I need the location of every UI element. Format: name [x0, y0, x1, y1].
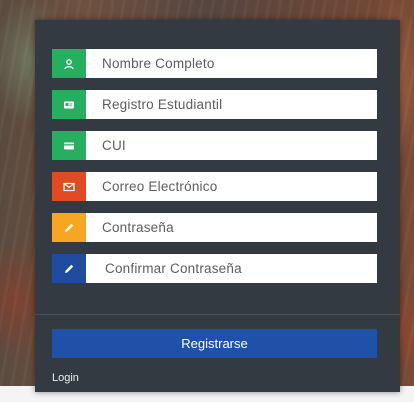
user-icon [52, 49, 86, 78]
student-id-input[interactable] [86, 90, 377, 119]
full-name-input[interactable] [86, 49, 377, 78]
card-icon [52, 131, 86, 160]
confirm-password-field [52, 254, 377, 283]
pencil-icon [52, 213, 86, 242]
id-card-icon [52, 90, 86, 119]
login-link[interactable]: Login [52, 372, 79, 384]
email-field [52, 172, 377, 201]
email-input[interactable] [86, 172, 377, 201]
password-input[interactable] [86, 213, 377, 242]
pencil-icon [52, 254, 86, 283]
password-field [52, 213, 377, 242]
cui-input[interactable] [86, 131, 377, 160]
envelope-icon [52, 172, 86, 201]
confirm-password-input[interactable] [86, 254, 377, 283]
cui-field [52, 131, 377, 160]
registration-panel: Registrarse Login [35, 20, 400, 392]
student-id-field [52, 90, 377, 119]
register-button[interactable]: Registrarse [52, 329, 377, 358]
divider [35, 314, 400, 315]
full-name-field [52, 49, 377, 78]
